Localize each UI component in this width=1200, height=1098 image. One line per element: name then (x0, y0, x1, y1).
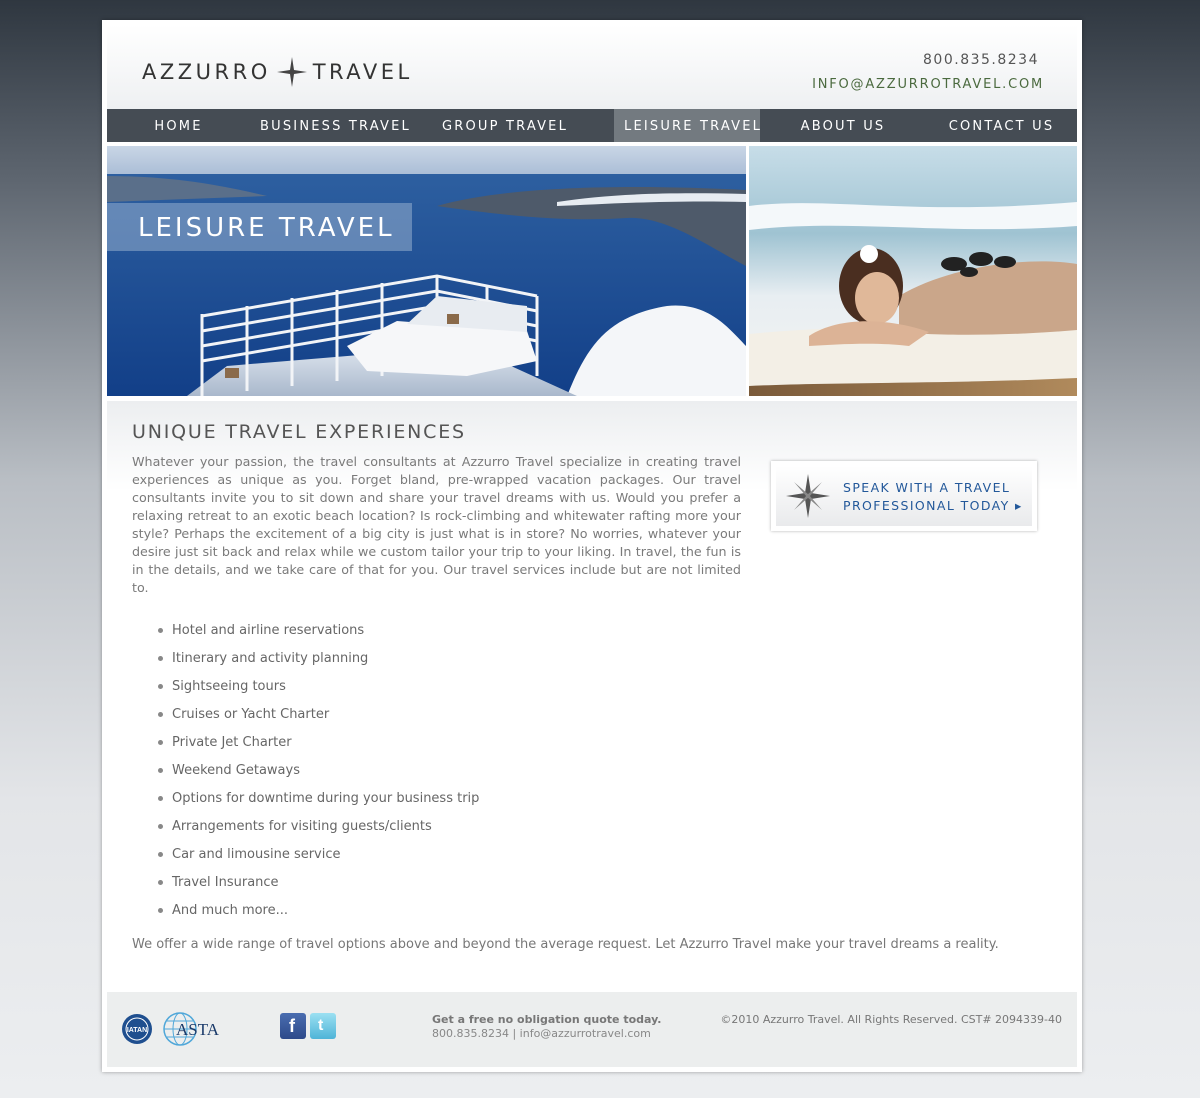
nav-item-leisure-travel[interactable]: LEISURE TRAVEL (614, 109, 760, 142)
nav-item-about-us[interactable]: ABOUT US (760, 109, 926, 142)
logo-text-left: AZZURRO (142, 60, 271, 84)
copyright-text: ©2010 Azzurro Travel. All Rights Reserve… (720, 1013, 1062, 1026)
logo-text-right: TRAVEL (312, 60, 413, 84)
list-item: Sightseeing tours (158, 677, 479, 705)
list-item: Cruises or Yacht Charter (158, 705, 479, 733)
iatan-badge-label: IATAN (127, 1027, 147, 1034)
list-item: Options for downtime during your busines… (158, 789, 479, 817)
hero-label-leisure-travel: LEISURE TRAVEL (107, 203, 412, 251)
asta-badge-label: ASTA (176, 1020, 220, 1039)
compass-star-icon (786, 474, 830, 522)
nav-item-business-travel[interactable]: BUSINESS TRAVEL (250, 109, 409, 142)
cta-text-line-2: PROFESSIONAL TODAY ▸ (843, 498, 1023, 513)
closing-paragraph: We offer a wide range of travel options … (132, 937, 999, 952)
list-item: And much more... (158, 901, 479, 929)
speak-with-professional-button[interactable]: SPEAK WITH A TRAVEL PROFESSIONAL TODAY ▸ (771, 461, 1037, 531)
list-item: Car and limousine service (158, 845, 479, 873)
main-nav: HOME BUSINESS TRAVEL GROUP TRAVEL LEISUR… (107, 109, 1077, 142)
cta-panel: SPEAK WITH A TRAVEL PROFESSIONAL TODAY ▸ (776, 466, 1032, 526)
site-header: AZZURRO TRAVEL 800.835.8234 INFO@AZZURRO… (107, 25, 1077, 109)
hero-image-spa-massage (749, 146, 1077, 396)
site-footer: IATAN ASTA f t Get a free no obligation … (107, 992, 1077, 1067)
main-content: UNIQUE TRAVEL EXPERIENCES Whatever your … (107, 401, 1077, 991)
asta-globe-icon: ASTA (162, 1011, 224, 1051)
page-container: AZZURRO TRAVEL 800.835.8234 INFO@AZZURRO… (102, 20, 1082, 1072)
list-item: Arrangements for visiting guests/clients (158, 817, 479, 845)
cta-text-line-1: SPEAK WITH A TRAVEL (843, 480, 1011, 495)
services-list: Hotel and airline reservations Itinerary… (158, 621, 479, 929)
iatan-badge-icon: IATAN (121, 1013, 153, 1049)
header-phone: 800.835.8234 (923, 52, 1039, 68)
header-email-link[interactable]: INFO@AZZURROTRAVEL.COM (812, 77, 1044, 92)
hero-image-santorini: LEISURE TRAVEL (107, 146, 746, 396)
compass-star-icon (276, 57, 307, 87)
site-logo[interactable]: AZZURRO TRAVEL (142, 57, 413, 87)
list-item: Private Jet Charter (158, 733, 479, 761)
footer-contact[interactable]: 800.835.8234 | info@azzurrotravel.com (432, 1027, 651, 1040)
quote-call-to-action: Get a free no obligation quote today. (432, 1013, 662, 1026)
nav-item-group-travel[interactable]: GROUP TRAVEL (396, 109, 614, 142)
list-item: Travel Insurance (158, 873, 479, 901)
nav-item-contact-us[interactable]: CONTACT US (926, 109, 1077, 142)
facebook-icon[interactable]: f (280, 1013, 306, 1039)
intro-paragraph: Whatever your passion, the travel consul… (132, 454, 741, 595)
list-item: Itinerary and activity planning (158, 649, 479, 677)
list-item: Weekend Getaways (158, 761, 479, 789)
page-title: UNIQUE TRAVEL EXPERIENCES (132, 421, 466, 443)
list-item: Hotel and airline reservations (158, 621, 479, 649)
twitter-icon[interactable]: t (310, 1013, 336, 1039)
nav-item-home[interactable]: HOME (107, 109, 250, 142)
